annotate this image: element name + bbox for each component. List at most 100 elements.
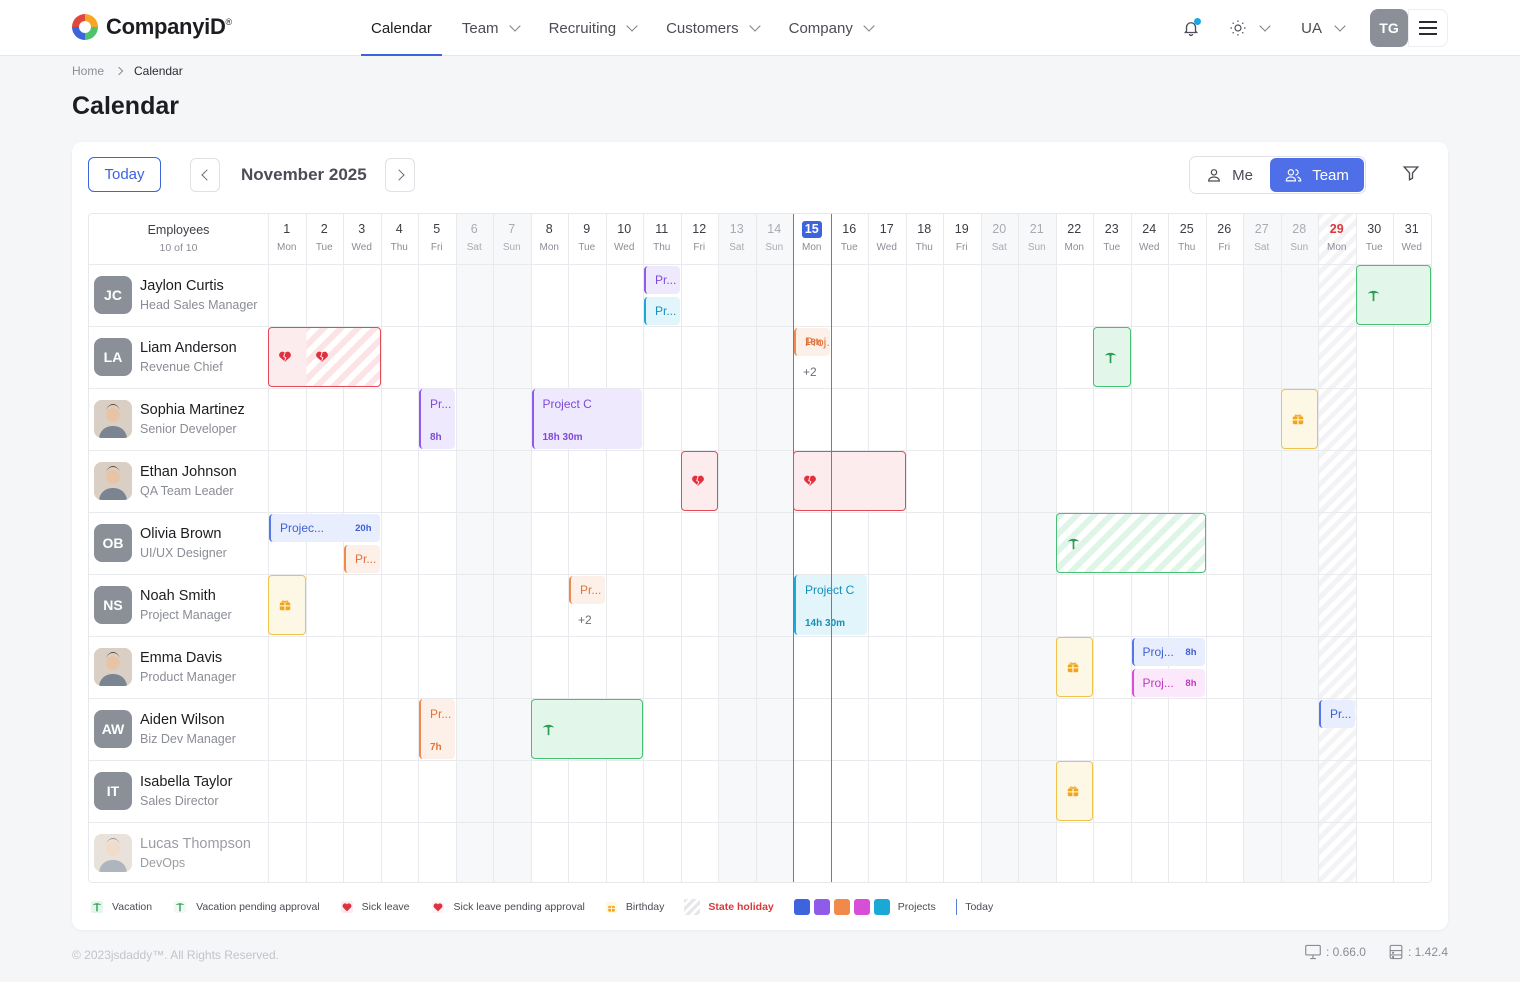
column-divider <box>418 214 419 882</box>
employee-row-9[interactable]: IT Isabella Taylor Sales Director <box>89 760 268 822</box>
project-color-swatch <box>873 899 890 915</box>
project-event[interactable]: Pr... <box>344 545 380 573</box>
project-duration: 7h <box>430 742 442 753</box>
weekday-label: Sun <box>765 242 784 253</box>
monitor-icon <box>1305 944 1321 960</box>
day-number: 23 <box>1104 222 1119 236</box>
project-label: Pr... <box>430 397 452 411</box>
brand-logo[interactable]: CompanyiD ® <box>70 12 232 42</box>
project-event[interactable]: Projec... 20h <box>269 514 380 542</box>
day-number: 14 <box>767 222 782 236</box>
view-me-button[interactable]: Me <box>1190 157 1269 193</box>
frontend-version: : 0.66.0 <box>1304 944 1366 960</box>
weekday-label: Thu <box>653 242 671 253</box>
day-header-20: 20 Sat <box>981 214 1019 264</box>
holiday-swatch <box>684 899 701 915</box>
employee-row-10[interactable]: Lucas Thompson DevOps <box>89 822 268 882</box>
project-label: Proj... <box>1142 645 1174 659</box>
employee-row-8[interactable]: AW Aiden Wilson Biz Dev Manager <box>89 698 268 760</box>
birthday-event[interactable] <box>1055 761 1093 821</box>
hamburger-icon <box>1419 21 1437 35</box>
event-icon-wrap <box>278 350 292 366</box>
legend-projects: Projects <box>793 899 936 915</box>
project-event[interactable]: Proj... 8h <box>1131 669 1205 697</box>
employee-row-6[interactable]: NS Noah Smith Project Manager <box>89 574 268 636</box>
nav-team[interactable]: Team <box>447 0 534 56</box>
column-divider <box>718 214 719 882</box>
day-header-18: 18 Thu <box>906 214 944 264</box>
project-event[interactable]: Pr... 8h <box>419 389 455 449</box>
column-divider <box>905 214 907 882</box>
project-event[interactable]: Pr... <box>569 576 605 604</box>
project-event[interactable]: Project C 18h 30m <box>531 389 642 449</box>
day-header-30: 30 Tue <box>1356 214 1394 264</box>
weekday-label: Thu <box>1178 242 1196 253</box>
nav-calendar[interactable]: Calendar <box>356 0 447 56</box>
nav-recruiting[interactable]: Recruiting <box>534 0 652 56</box>
employee-row-7[interactable]: Emma Davis Product Manager <box>89 636 268 698</box>
broken-heart-icon <box>279 351 291 362</box>
filter-button[interactable] <box>1402 164 1420 187</box>
employee-role: Biz Dev Manager <box>140 732 236 746</box>
day-number: 26 <box>1217 222 1232 236</box>
day-header-28: 28 Sun <box>1281 214 1319 264</box>
employee-row-1[interactable]: JC Jaylon Curtis Head Sales Manager <box>89 264 268 326</box>
day-number: 16 <box>842 222 857 236</box>
today-button[interactable]: Today <box>88 157 161 192</box>
vacation-event[interactable] <box>1355 265 1431 325</box>
nav-customers[interactable]: Customers <box>651 0 774 56</box>
project-event[interactable]: Proj... 8h <box>1131 638 1205 666</box>
prev-month-button[interactable] <box>190 158 220 192</box>
project-event[interactable]: Pr... <box>1319 700 1355 728</box>
view-team-button[interactable]: Team <box>1270 158 1364 192</box>
chevron-left-icon <box>200 169 213 181</box>
employee-row-2[interactable]: LA Liam Anderson Revenue Chief <box>89 326 268 388</box>
notifications-button[interactable] <box>1171 8 1211 48</box>
nav-customers-label: Customers <box>666 19 739 37</box>
more-events-link[interactable]: +2 <box>578 613 592 627</box>
employee-row-3[interactable]: Sophia Martinez Senior Developer <box>89 388 268 450</box>
sick-leave-event[interactable] <box>680 451 718 511</box>
sick-leave-event[interactable] <box>268 327 381 387</box>
project-event[interactable]: Pr... <box>644 297 680 325</box>
birthday-event[interactable] <box>268 575 306 635</box>
weekend-column <box>980 214 1018 882</box>
employee-row-4[interactable]: Ethan Johnson QA Team Leader <box>89 450 268 512</box>
project-event[interactable]: Pr... <box>644 266 680 294</box>
project-label: Pr... <box>580 583 602 597</box>
birthday-event[interactable] <box>1280 389 1318 449</box>
chevron-right-icon <box>114 66 124 76</box>
month-label: November 2025 <box>241 165 367 184</box>
day-number: 19 <box>954 222 969 236</box>
menu-button[interactable] <box>1408 9 1448 47</box>
day-number: 31 <box>1404 222 1419 236</box>
employee-name: Lucas Thompson <box>140 836 251 852</box>
employee-info: Olivia Brown UI/UX Designer <box>140 526 227 560</box>
project-label: Project C <box>542 397 592 411</box>
legend-birthday-label: Birthday <box>625 901 665 913</box>
weekday-label: Thu <box>915 242 933 253</box>
chevron-down-icon <box>626 20 638 32</box>
weekend-column <box>1280 214 1318 882</box>
language-select[interactable]: UA <box>1301 20 1346 37</box>
breadcrumb-home[interactable]: Home <box>72 64 104 78</box>
trademark: ® <box>225 17 233 27</box>
user-icon <box>1208 169 1221 182</box>
next-month-button[interactable] <box>385 158 415 192</box>
nav-company[interactable]: Company <box>774 0 888 56</box>
day-header-24: 24 Wed <box>1131 214 1169 264</box>
server-icon <box>1389 944 1403 960</box>
weekday-label: Tue <box>840 242 858 253</box>
day-header-31: 31 Wed <box>1393 214 1431 264</box>
vacation-pending-event[interactable] <box>1055 513 1206 573</box>
user-avatar[interactable]: TG <box>1370 9 1408 47</box>
vacation-event[interactable] <box>1093 327 1131 387</box>
day-number: 21 <box>1029 222 1044 236</box>
project-event[interactable]: Pr... 7h <box>419 699 455 759</box>
vacation-event[interactable] <box>530 699 643 759</box>
birthday-event[interactable] <box>1055 637 1093 697</box>
theme-switcher[interactable] <box>1229 19 1271 37</box>
employee-row-5[interactable]: OB Olivia Brown UI/UX Designer <box>89 512 268 574</box>
day-number: 18 <box>917 222 932 236</box>
weekday-label: Tue <box>315 242 333 253</box>
